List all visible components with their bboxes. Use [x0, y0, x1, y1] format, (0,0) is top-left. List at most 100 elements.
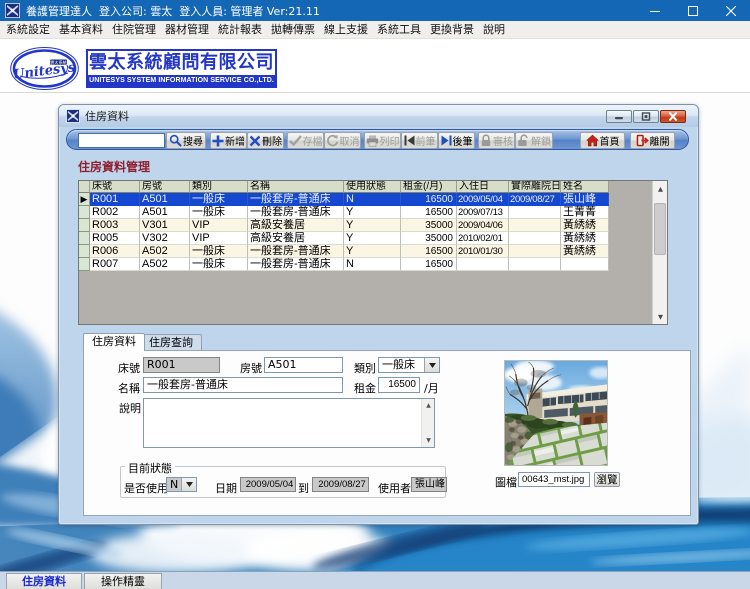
- textarea-scrollbar[interactable]: ▲ ▼: [421, 399, 434, 447]
- table-cell[interactable]: 一般床: [190, 193, 248, 206]
- table-cell[interactable]: A501: [140, 193, 190, 206]
- minimize-button[interactable]: [636, 0, 674, 21]
- table-cell[interactable]: [457, 258, 509, 271]
- browse-button[interactable]: 瀏覽: [594, 472, 620, 487]
- table-cell[interactable]: 王菁菁: [561, 206, 609, 219]
- column-header[interactable]: 實際離院日: [509, 181, 561, 193]
- column-header[interactable]: 床號: [90, 181, 140, 193]
- table-cell[interactable]: 張山峰: [561, 193, 609, 206]
- table-cell[interactable]: 黃綉綉: [561, 219, 609, 232]
- table-cell[interactable]: 2009/04/06: [457, 219, 509, 232]
- unlock-button[interactable]: 解鎖: [515, 132, 553, 149]
- row-indicator[interactable]: [79, 258, 90, 271]
- menu-item[interactable]: 系統設定: [3, 21, 53, 38]
- table-cell[interactable]: 黃綉綉: [561, 245, 609, 258]
- table-cell[interactable]: 16500: [401, 206, 457, 219]
- table-cell[interactable]: V301: [140, 219, 190, 232]
- table-cell[interactable]: VIP: [190, 232, 248, 245]
- table-cell[interactable]: R005: [90, 232, 140, 245]
- save-button[interactable]: 存檔: [287, 132, 324, 149]
- bed-field[interactable]: R001: [143, 357, 220, 373]
- menu-item[interactable]: 器材管理: [162, 21, 212, 38]
- table-cell[interactable]: 16500: [401, 245, 457, 258]
- image-filename-field[interactable]: 00643_mst.jpg: [518, 472, 590, 487]
- menu-item[interactable]: 系統工具: [374, 21, 424, 38]
- scroll-down-icon[interactable]: ▼: [653, 309, 667, 324]
- table-cell[interactable]: A501: [140, 206, 190, 219]
- room-field[interactable]: A501: [264, 357, 343, 373]
- table-cell[interactable]: V302: [140, 232, 190, 245]
- column-header[interactable]: 姓名: [561, 181, 609, 193]
- table-cell[interactable]: N: [344, 193, 401, 206]
- table-cell[interactable]: [509, 206, 561, 219]
- exit-button[interactable]: 離開: [630, 132, 675, 149]
- row-indicator[interactable]: [79, 219, 90, 232]
- table-cell[interactable]: [509, 245, 561, 258]
- table-cell[interactable]: Y: [344, 245, 401, 258]
- name-field[interactable]: 一般套房-普通床: [143, 377, 343, 393]
- table-cell[interactable]: R006: [90, 245, 140, 258]
- table-cell[interactable]: 35000: [401, 219, 457, 232]
- menu-item[interactable]: 基本資料: [56, 21, 106, 38]
- table-cell[interactable]: N: [344, 258, 401, 271]
- row-indicator[interactable]: ▶: [79, 193, 90, 206]
- scroll-up-icon[interactable]: ▲: [422, 399, 435, 412]
- table-cell[interactable]: 16500: [401, 258, 457, 271]
- child-close-button[interactable]: [660, 110, 686, 123]
- table-cell[interactable]: 一般套房-普通床: [248, 193, 344, 206]
- table-cell[interactable]: 一般套房-普通床: [248, 258, 344, 271]
- maximize-button[interactable]: [674, 0, 712, 21]
- table-cell[interactable]: [509, 258, 561, 271]
- dropdown-icon[interactable]: [424, 358, 439, 372]
- taskbar-item-housing[interactable]: 住房資料: [6, 573, 82, 589]
- table-cell[interactable]: Y: [344, 232, 401, 245]
- tab-housing-data[interactable]: 住房資料: [83, 333, 145, 351]
- search-input[interactable]: [78, 133, 165, 148]
- tab-housing-query[interactable]: 住房查詢: [140, 334, 202, 351]
- table-cell[interactable]: 2010/02/01: [457, 232, 509, 245]
- menu-item[interactable]: 住院管理: [109, 21, 159, 38]
- scrollbar-thumb[interactable]: [654, 203, 666, 255]
- date-to-field[interactable]: 2009/08/27: [312, 477, 369, 492]
- table-cell[interactable]: R003: [90, 219, 140, 232]
- description-textarea[interactable]: ▲ ▼: [143, 398, 435, 448]
- table-cell[interactable]: 2009/08/27: [509, 193, 561, 206]
- table-cell[interactable]: 一般床: [190, 258, 248, 271]
- prev-button[interactable]: 前筆: [401, 132, 438, 149]
- table-cell[interactable]: [561, 258, 609, 271]
- row-indicator[interactable]: [79, 206, 90, 219]
- column-header[interactable]: 類別: [190, 181, 248, 193]
- menu-item[interactable]: 說明: [480, 21, 508, 38]
- table-cell[interactable]: R007: [90, 258, 140, 271]
- row-indicator[interactable]: [79, 245, 90, 258]
- child-restore-button[interactable]: [633, 110, 659, 123]
- table-cell[interactable]: 35000: [401, 232, 457, 245]
- table-cell[interactable]: [509, 232, 561, 245]
- home-button[interactable]: 首頁: [580, 132, 625, 149]
- table-cell[interactable]: 高級安養居: [248, 232, 344, 245]
- table-cell[interactable]: R001: [90, 193, 140, 206]
- delete-button[interactable]: 刪除: [247, 132, 284, 149]
- table-cell[interactable]: A502: [140, 258, 190, 271]
- column-header[interactable]: 租金(/月): [401, 181, 457, 193]
- menu-item[interactable]: 拋轉傳票: [268, 21, 318, 38]
- next-button[interactable]: 後筆: [438, 132, 475, 149]
- in-use-combobox[interactable]: N: [166, 477, 197, 492]
- date-from-field[interactable]: 2009/05/04: [240, 477, 296, 492]
- user-field[interactable]: 張山峰: [411, 477, 447, 492]
- table-cell[interactable]: 黃綉綉: [561, 232, 609, 245]
- menu-item[interactable]: 更換背景: [427, 21, 477, 38]
- column-header[interactable]: 房號: [140, 181, 190, 193]
- print-button[interactable]: 列印: [364, 132, 401, 149]
- table-cell[interactable]: 2009/05/04: [457, 193, 509, 206]
- table-cell[interactable]: 2009/07/13: [457, 206, 509, 219]
- column-header[interactable]: 入住日: [457, 181, 509, 193]
- table-cell[interactable]: Y: [344, 206, 401, 219]
- row-indicator[interactable]: [79, 232, 90, 245]
- close-button[interactable]: [712, 0, 750, 21]
- column-header[interactable]: 使用狀態: [344, 181, 401, 193]
- table-cell[interactable]: A502: [140, 245, 190, 258]
- table-cell[interactable]: 一般套房-普通床: [248, 245, 344, 258]
- table-cell[interactable]: 高級安養居: [248, 219, 344, 232]
- scroll-up-icon[interactable]: ▲: [653, 181, 667, 196]
